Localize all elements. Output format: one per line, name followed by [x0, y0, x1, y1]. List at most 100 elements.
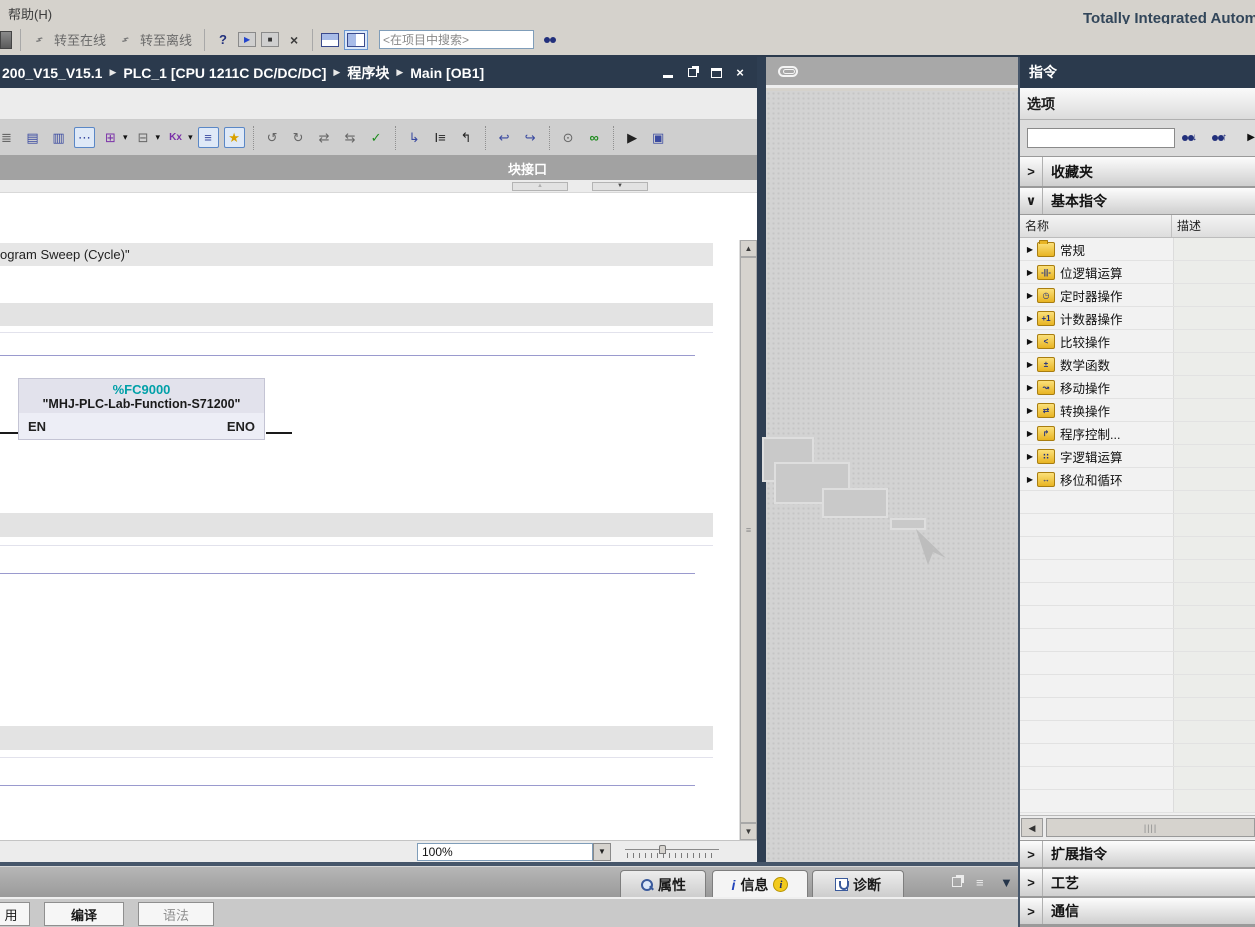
next-error-icon[interactable]: ↻ [288, 127, 309, 148]
zoom-dropdown-icon[interactable]: ▼ [593, 843, 611, 861]
section-extended-instructions[interactable]: > 扩展指令 [1020, 840, 1255, 868]
tree-row-program-control[interactable]: ▶↱程序控制... [1020, 422, 1255, 445]
minimize-icon[interactable] [661, 66, 675, 80]
subtab-compile[interactable]: 编译 [44, 902, 124, 926]
section-favorites[interactable]: > 收藏夹 [1020, 156, 1255, 187]
editor-title-bar[interactable]: 200_V15_V15.1 ▶ PLC_1 [CPU 1211C DC/DC/D… [0, 57, 757, 88]
float-pane-icon[interactable] [952, 877, 962, 887]
horizontal-scrollbar[interactable]: ◀ |||| [1020, 815, 1255, 839]
scroll-up-icon[interactable]: ▲ [740, 240, 757, 257]
zoom-level-combobox[interactable] [417, 843, 593, 861]
go-back-icon[interactable]: ↩ [494, 127, 515, 148]
expander-icon[interactable]: ▶ [1023, 245, 1037, 254]
tab-properties[interactable]: 属性 [620, 870, 706, 898]
expander-icon[interactable]: ▶ [1023, 268, 1037, 277]
network-title-band[interactable] [0, 726, 713, 750]
interface-expand-down-icon[interactable]: ▼ [592, 182, 648, 191]
tree-row-counters[interactable]: ▶+1计数器操作 [1020, 307, 1255, 330]
vertical-split-active[interactable] [344, 30, 368, 50]
tree-row-bit-logic[interactable]: ▶-||-位逻辑运算 [1020, 261, 1255, 284]
scroll-left-icon[interactable]: ◀ [1021, 818, 1043, 837]
horizontal-split-icon[interactable] [321, 33, 339, 47]
scrollbar-thumb[interactable]: ≡ [740, 257, 757, 823]
tree-row-compare[interactable]: ▶<比较操作 [1020, 330, 1255, 353]
toggle-network-comments-icon[interactable]: ⋯ [74, 127, 95, 148]
function-block-id[interactable]: %FC9000 [19, 382, 264, 397]
search-in-project-icon[interactable] [539, 30, 559, 50]
tree-row-word-logic[interactable]: ▶∷字逻辑运算 [1020, 445, 1255, 468]
scrollbar-thumb[interactable]: |||| [1046, 818, 1255, 837]
panel-expand-icon[interactable]: ▶ [1247, 132, 1255, 143]
tree-row-shift-rotate[interactable]: ▶↔移位和循环 [1020, 468, 1255, 491]
search-down-icon[interactable]: ↓ [1182, 132, 1197, 143]
project-search-input[interactable] [379, 30, 534, 49]
expander-icon[interactable]: ▶ [1023, 452, 1037, 461]
chevron-right-icon[interactable]: > [1020, 841, 1043, 867]
tab-diagnostics[interactable]: 诊断 [812, 870, 904, 898]
ladder-editor-canvas[interactable]: ogram Sweep (Cycle)" %FC9000 "MHJ-PLC-La… [0, 193, 757, 840]
tree-row-general[interactable]: ▶常规 [1020, 238, 1255, 261]
expander-icon[interactable]: ▶ [1023, 406, 1037, 415]
expander-icon[interactable]: ▶ [1023, 429, 1037, 438]
instruction-search-input[interactable] [1027, 128, 1175, 148]
block-title-comment[interactable]: ogram Sweep (Cycle)" [0, 243, 713, 266]
menu-help[interactable]: 帮助(H) [8, 4, 52, 23]
expander-icon[interactable]: ▶ [1023, 475, 1037, 484]
update-block-call-icon[interactable]: ⇄ [314, 127, 335, 148]
breadcrumb-plc[interactable]: PLC_1 [CPU 1211C DC/DC/DC] [123, 65, 326, 81]
go-online-icon[interactable]: ⌁ [29, 30, 49, 50]
go-online-button[interactable]: 转至在线 [54, 30, 106, 49]
pin-eno[interactable]: ENO [227, 419, 255, 434]
overview-panel-body[interactable] [766, 91, 1020, 862]
expander-icon[interactable]: ▶ [1023, 314, 1037, 323]
accessible-devices-icon[interactable]: ? [213, 30, 233, 50]
insert-row-icon[interactable]: I≡ [430, 127, 451, 148]
go-offline-button[interactable]: 转至离线 [140, 30, 192, 49]
expander-icon[interactable]: ▶ [1023, 360, 1037, 369]
toggle-symbol-info-icon[interactable]: ≡ [198, 127, 219, 148]
insert-ladder-box-icon[interactable]: ⊞ [100, 127, 121, 148]
list-view-icon[interactable]: ≡ [976, 875, 984, 890]
search-up-icon[interactable]: ↑ [1212, 132, 1227, 143]
chevron-down-icon[interactable]: ∨ [1020, 188, 1043, 214]
collapse-pane-icon[interactable]: ▼ [1000, 875, 1013, 890]
monitoring-icon[interactable]: ∞ [584, 127, 605, 148]
favorites-pane-icon[interactable]: ★ [224, 127, 245, 148]
expander-icon[interactable]: ▶ [1023, 291, 1037, 300]
clipped-toolbar-icon[interactable] [0, 31, 12, 49]
breadcrumb-main-ob1[interactable]: Main [OB1] [410, 65, 484, 81]
absolute-operands-icon[interactable]: ⊙ [558, 127, 579, 148]
vertical-scrollbar[interactable]: ▲ ≡ ▼ [739, 240, 756, 840]
chevron-right-icon[interactable]: > [1020, 898, 1043, 924]
column-description[interactable]: 描述 [1172, 215, 1255, 237]
float-window-icon[interactable] [685, 66, 699, 80]
split-view-icon[interactable]: ▣ [648, 127, 669, 148]
maximize-icon[interactable] [709, 66, 723, 80]
function-block-name[interactable]: "MHJ-PLC-Lab-Function-S71200" [19, 397, 264, 411]
more-icon[interactable]: ▶ [622, 127, 643, 148]
pin-en[interactable]: EN [28, 419, 46, 434]
tab-info[interactable]: i 信息 i [712, 870, 808, 898]
insert-empty-box-icon[interactable]: ▥ [48, 127, 69, 148]
insert-dropdown-arrow[interactable]: ▾ [156, 132, 161, 143]
subtab-syntax[interactable]: 语法 [138, 902, 214, 926]
network-title-band[interactable] [0, 303, 713, 326]
tree-row-convert[interactable]: ▶⇄转换操作 [1020, 399, 1255, 422]
previous-error-icon[interactable]: ↺ [262, 127, 283, 148]
column-name[interactable]: 名称 [1020, 215, 1172, 237]
close-icon[interactable]: × [733, 66, 747, 80]
network-title-band[interactable] [0, 513, 713, 537]
tree-row-math[interactable]: ▶±数学函数 [1020, 353, 1255, 376]
section-technology[interactable]: > 工艺 [1020, 868, 1255, 897]
insert-dropdown-arrow[interactable]: ▾ [188, 132, 193, 143]
insert-operand-icon[interactable]: ⊟ [133, 127, 154, 148]
chevron-right-icon[interactable]: > [1020, 869, 1043, 896]
overview-panel-header[interactable] [766, 57, 1020, 88]
tree-row-timers[interactable]: ▶◷定时器操作 [1020, 284, 1255, 307]
consistency-check-icon[interactable]: ⇆ [340, 127, 361, 148]
expander-icon[interactable]: ▶ [1023, 337, 1037, 346]
insert-network-icon[interactable]: ▤ [22, 127, 43, 148]
expander-icon[interactable]: ▶ [1023, 383, 1037, 392]
insert-dropdown-arrow[interactable]: ▾ [123, 132, 128, 143]
tree-row-move[interactable]: ▶↝移动操作 [1020, 376, 1255, 399]
